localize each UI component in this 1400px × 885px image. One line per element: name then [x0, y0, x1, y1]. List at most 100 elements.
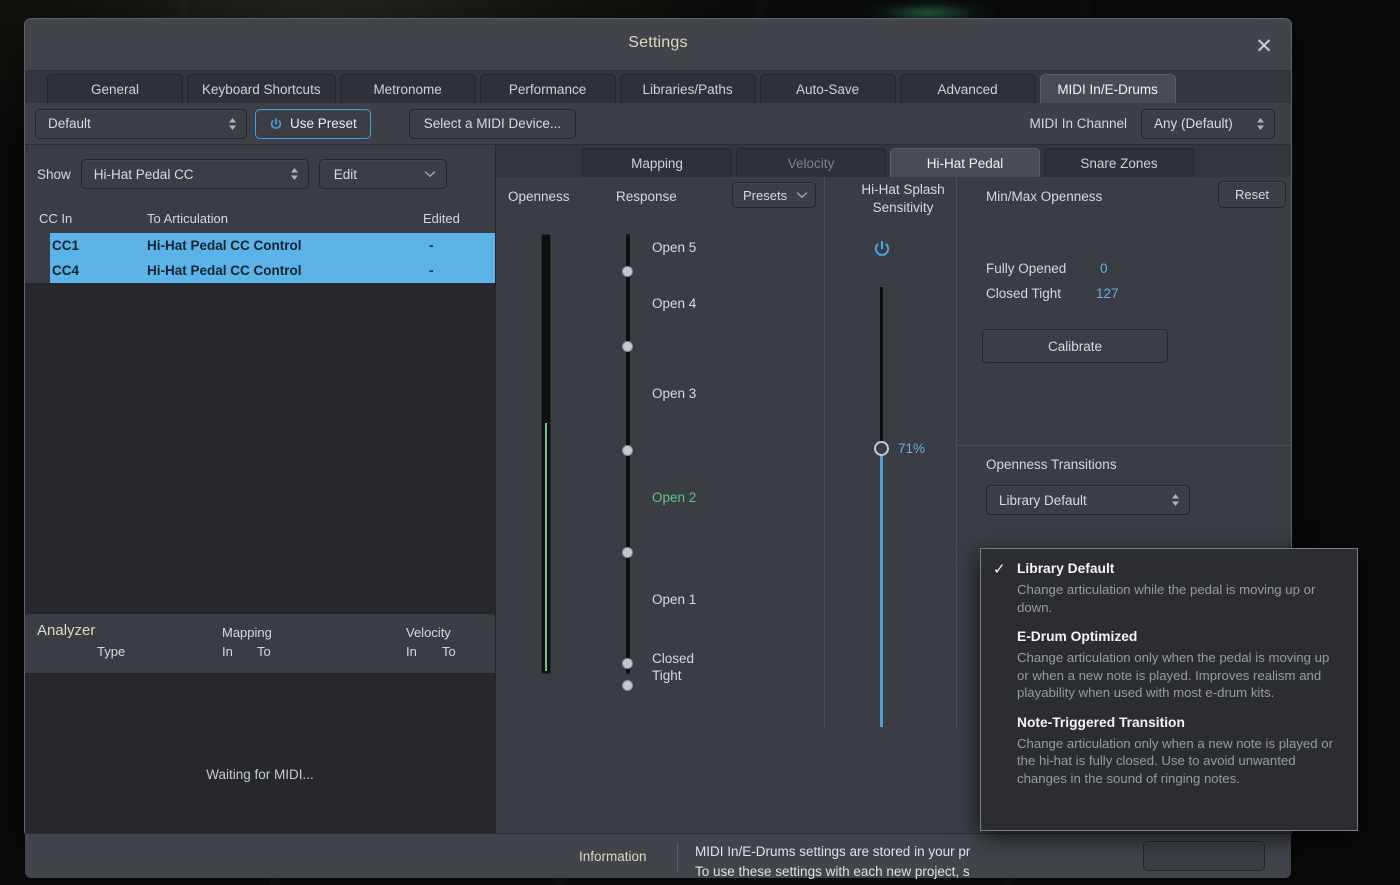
stepper-icon [1257, 117, 1264, 130]
analyzer-mapping-label: Mapping [222, 625, 272, 640]
tab-label: Mapping [631, 155, 683, 171]
tab-label: Auto-Save [796, 81, 860, 97]
menu-item-note-triggered-transition[interactable]: Note-Triggered Transition Change articul… [981, 713, 1357, 788]
tab-keyboard-shortcuts[interactable]: Keyboard Shortcuts [187, 74, 336, 103]
column-header-to-articulation: To Articulation [147, 210, 228, 226]
response-step-label: Open 1 [652, 592, 697, 607]
openness-meter-fill [545, 423, 547, 671]
divider-vertical-1 [824, 177, 825, 728]
analyzer-body: Waiting for MIDI... [25, 673, 495, 833]
midi-in-channel-label: MIDI In Channel [1029, 116, 1127, 131]
openness-transitions-select[interactable]: Library Default [986, 485, 1190, 515]
divider-vertical-2 [956, 177, 957, 728]
cell-edited: - [429, 238, 434, 253]
cell-cc-in: CC4 [52, 263, 80, 278]
table-row[interactable]: CC1 Hi-Hat Pedal CC Control - [25, 233, 495, 258]
tab-advanced[interactable]: Advanced [899, 74, 1036, 103]
openness-transitions-menu[interactable]: ✓ Library Default Change articulation wh… [980, 548, 1358, 831]
edit-menu-button[interactable]: Edit [318, 159, 447, 189]
menu-item-library-default[interactable]: ✓ Library Default Change articulation wh… [981, 559, 1357, 616]
tab-auto-save[interactable]: Auto-Save [759, 74, 896, 103]
stepper-icon [290, 168, 298, 180]
reset-button[interactable]: Reset [1218, 181, 1286, 208]
show-select-value: Hi-Hat Pedal CC [93, 166, 194, 182]
response-label: Response [616, 189, 677, 204]
minmax-openness-label: Min/Max Openness [986, 189, 1103, 204]
column-header-cc-in: CC In [39, 210, 73, 226]
splash-slider-fill [880, 447, 883, 727]
response-knob[interactable] [622, 445, 633, 456]
tab-libraries-paths[interactable]: Libraries/Paths [619, 74, 756, 103]
hihat-section-headers: Openness Response Presets Hi-Hat Splash … [496, 177, 1291, 229]
midi-in-channel-value: Any (Default) [1154, 116, 1233, 131]
cell-to-articulation: Hi-Hat Pedal CC Control [147, 263, 302, 278]
openness-transitions-label: Openness Transitions [986, 457, 1117, 472]
divider-horizontal-1 [956, 445, 1291, 446]
tab-midi-in-edrums[interactable]: MIDI In/E-Drums [1039, 74, 1176, 103]
calibrate-button[interactable]: Calibrate [982, 329, 1168, 363]
mapping-list[interactable]: CC1 Hi-Hat Pedal CC Control - CC4 Hi-Hat… [25, 233, 495, 613]
dialog-titlebar: Settings ✕ [25, 19, 1291, 71]
response-knob[interactable] [622, 341, 633, 352]
response-knob[interactable] [622, 266, 633, 277]
page-title: Settings [628, 34, 688, 51]
tab-snare-zones[interactable]: Snare Zones [1044, 148, 1194, 177]
tab-general[interactable]: General [47, 74, 183, 103]
close-icon[interactable]: ✕ [1251, 33, 1277, 59]
menu-item-title: Library Default [1017, 561, 1115, 576]
show-select[interactable]: Hi-Hat Pedal CC [80, 159, 309, 189]
preset-select[interactable]: Default [35, 108, 247, 139]
edit-menu-label: Edit [333, 166, 358, 182]
select-midi-device-label: Select a MIDI Device... [423, 116, 562, 131]
show-toolbar: Show Hi-Hat Pedal CC Edit [25, 145, 495, 203]
table-row[interactable]: CC4 Hi-Hat Pedal CC Control - [25, 258, 495, 283]
analyzer-status: Waiting for MIDI... [206, 767, 314, 782]
presets-menu-button[interactable]: Presets [732, 182, 816, 208]
information-separator [677, 842, 678, 872]
reset-label: Reset [1235, 187, 1269, 202]
midi-in-channel-select[interactable]: Any (Default) [1141, 108, 1275, 139]
stepper-icon [229, 117, 236, 130]
menu-item-description: Change articulation only when the pedal … [1017, 650, 1330, 700]
mapping-list-header: CC In To Articulation Edited [25, 203, 495, 233]
stepper-icon [1172, 494, 1179, 506]
tab-label: Snare Zones [1080, 155, 1158, 171]
tab-velocity[interactable]: Velocity [736, 148, 886, 177]
fully-opened-value[interactable]: 0 [1100, 261, 1108, 276]
power-icon [270, 117, 282, 129]
tab-mapping[interactable]: Mapping [582, 148, 732, 177]
splash-value: 71% [898, 441, 926, 456]
splash-slider-knob[interactable] [874, 441, 889, 456]
analyzer-type-label: Type [97, 644, 126, 659]
tab-metronome[interactable]: Metronome [339, 74, 476, 103]
menu-item-title: E-Drum Optimized [1017, 629, 1138, 644]
select-midi-device-button[interactable]: Select a MIDI Device... [408, 108, 577, 139]
response-knob[interactable] [622, 658, 633, 669]
splash-power-icon[interactable] [872, 239, 892, 259]
response-knob[interactable] [622, 680, 633, 691]
menu-item-e-drum-optimized[interactable]: E-Drum Optimized Change articulation onl… [981, 627, 1357, 702]
tab-hi-hat-pedal[interactable]: Hi-Hat Pedal [890, 148, 1040, 177]
response-step-label-active: Open 2 [652, 490, 697, 505]
tab-label: Keyboard Shortcuts [202, 81, 321, 97]
closed-tight-value[interactable]: 127 [1096, 286, 1119, 301]
cell-to-articulation: Hi-Hat Pedal CC Control [147, 238, 302, 253]
information-label: Information [579, 849, 647, 864]
use-preset-button[interactable]: Use Preset [255, 108, 371, 139]
ok-button[interactable] [1143, 841, 1265, 871]
row-gutter [25, 233, 50, 258]
mapping-list-pane: Show Hi-Hat Pedal CC Edit CC In To Artic… [25, 145, 496, 833]
openness-transitions-value: Library Default [999, 492, 1087, 508]
calibrate-label: Calibrate [1047, 338, 1103, 354]
response-slider-track[interactable] [622, 234, 633, 691]
tab-label: General [90, 81, 140, 97]
splash-sensitivity-label: Hi-Hat Splash Sensitivity [861, 182, 945, 215]
menu-item-title: Note-Triggered Transition [1017, 714, 1185, 730]
response-knob[interactable] [622, 547, 633, 558]
fully-opened-label: Fully Opened [986, 261, 1067, 276]
analyzer-title: Analyzer [37, 622, 96, 639]
show-label: Show [37, 166, 71, 182]
tab-label: Libraries/Paths [642, 81, 733, 97]
tab-performance[interactable]: Performance [479, 74, 616, 103]
information-bar: Information MIDI In/E-Drums settings are… [25, 833, 1291, 879]
